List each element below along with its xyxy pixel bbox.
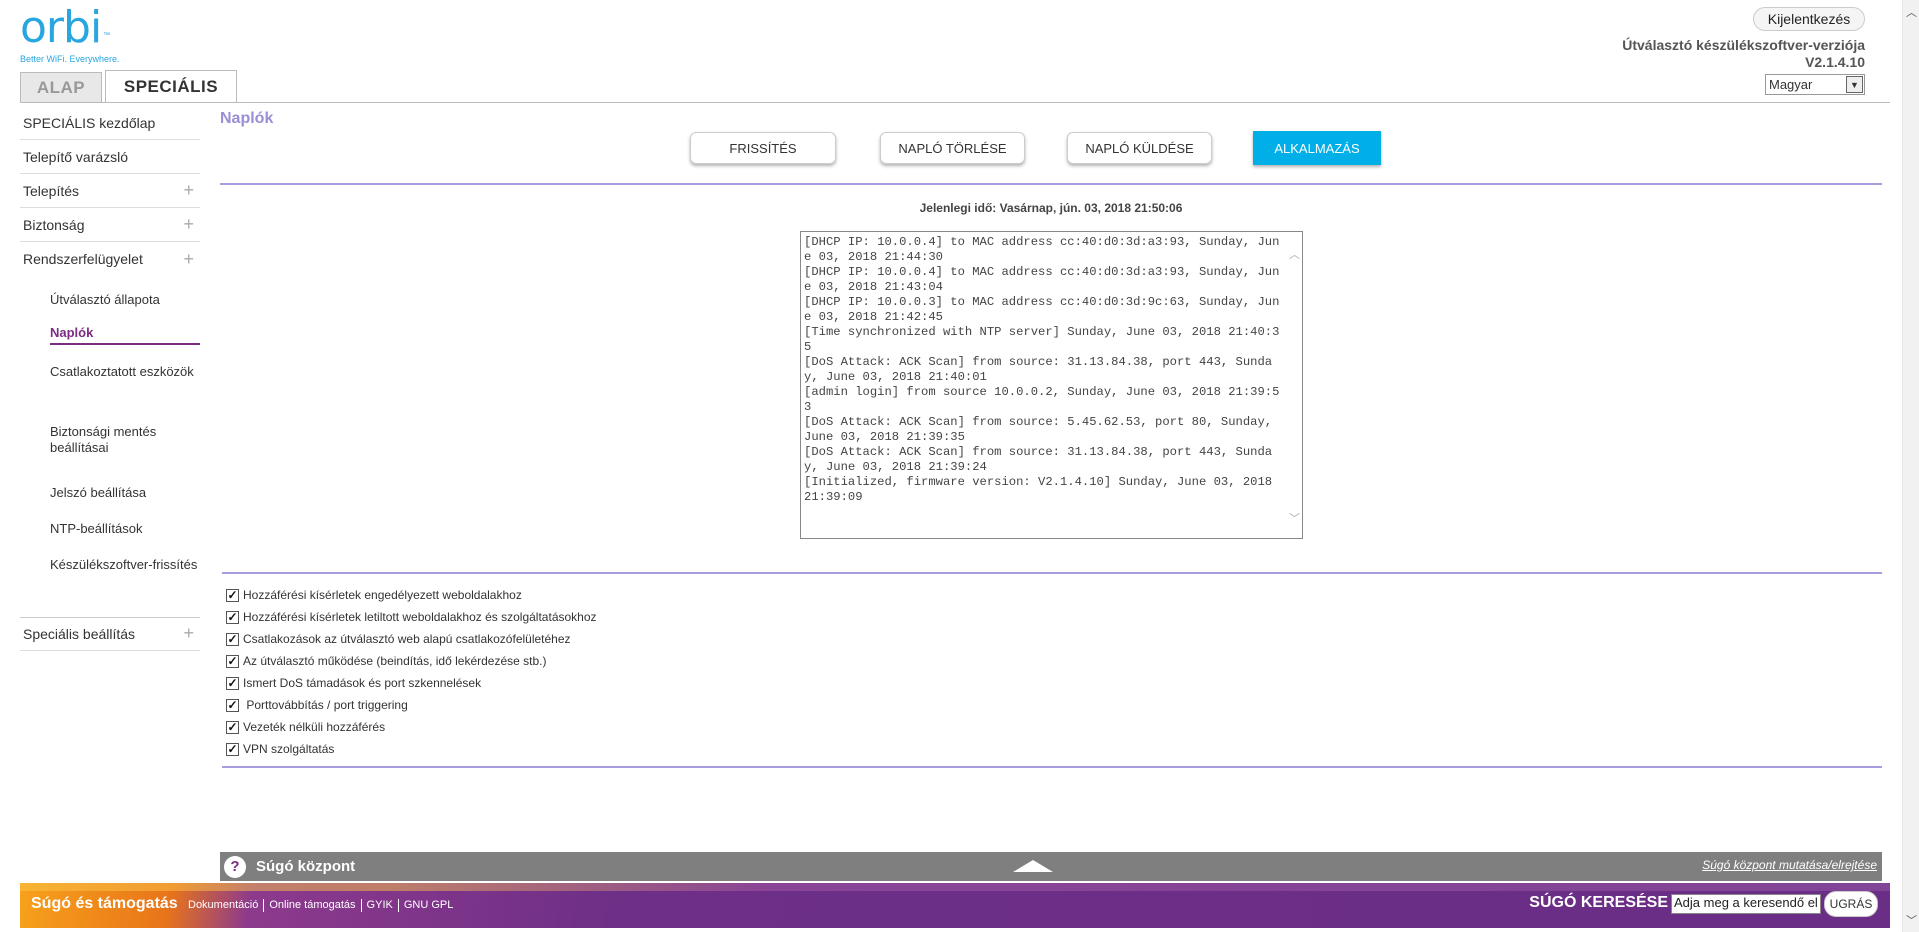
checkbox-label: VPN szolgáltatás xyxy=(243,742,335,756)
checkbox-label: Porttovábbítás / port triggering xyxy=(243,698,408,712)
sidebar-item-setup[interactable]: Telepítés + xyxy=(20,174,200,208)
sidebar-item-label: SPECIÁLIS kezdőlap xyxy=(23,114,156,131)
sidebar-item-administration[interactable]: Rendszerfelügyelet + xyxy=(20,242,200,276)
checkbox-label: Vezeték nélküli hozzáférés xyxy=(243,720,386,734)
scroll-up-icon[interactable]: ︿ xyxy=(1289,246,1300,262)
checkbox-checked-icon[interactable]: ✓ xyxy=(226,720,239,734)
logo-text: orbi xyxy=(20,2,102,53)
tab-basic[interactable]: ALAP xyxy=(20,72,102,102)
checkbox-label: Az útválasztó működése (beindítás, idő l… xyxy=(243,654,547,668)
checkbox-label: Ismert DoS támadások és port szkennelése… xyxy=(243,676,482,690)
refresh-button[interactable]: FRISSÍTÉS xyxy=(690,132,836,164)
plus-icon: + xyxy=(183,623,194,643)
sidebar-subitem-router-status[interactable]: Útválasztó állapota xyxy=(50,292,200,308)
language-select[interactable]: Magyar ▼ xyxy=(1765,74,1865,95)
plus-icon: + xyxy=(183,214,194,234)
footer-link-faq[interactable]: GYIK xyxy=(362,899,399,912)
log-content: [DHCP IP: 10.0.0.4] to MAC address cc:40… xyxy=(804,235,1280,504)
apply-button[interactable]: ALKALMAZÁS xyxy=(1253,131,1381,165)
clear-log-button[interactable]: NAPLÓ TÖRLÉSE xyxy=(880,132,1025,164)
help-search-input[interactable]: Adja meg a keresendő el xyxy=(1671,894,1821,914)
checkbox-wireless-access[interactable]: ✓ Vezeték nélküli hozzáférés xyxy=(226,718,385,736)
checkbox-label: Hozzáférési kísérletek letiltott webolda… xyxy=(243,610,597,624)
sidebar-subitem-attached-devices[interactable]: Csatlakoztatott eszközök xyxy=(50,364,200,380)
sidebar-subitem-ntp-settings[interactable]: NTP-beállítások xyxy=(50,521,200,537)
footer-links: Dokumentáció Online támogatás GYIK GNU G… xyxy=(188,899,458,912)
sidebar: SPECIÁLIS kezdőlap Telepítő varázsló Tel… xyxy=(20,106,200,276)
logout-button[interactable]: Kijelentkezés xyxy=(1753,7,1865,31)
sidebar-item-label: Telepítő varázsló xyxy=(23,148,129,165)
support-footer: Súgó és támogatás Dokumentáció Online tá… xyxy=(20,883,1890,928)
current-time: Jelenlegi idő: Vasárnap, jún. 03, 2018 2… xyxy=(919,201,1183,215)
tab-advanced[interactable]: SPECIÁLIS xyxy=(105,70,237,103)
footer-link-online-support[interactable]: Online támogatás xyxy=(264,899,362,912)
checkbox-checked-icon[interactable]: ✓ xyxy=(226,742,239,756)
help-center-title: Súgó központ xyxy=(256,858,356,875)
divider-bottom xyxy=(222,766,1882,768)
sidebar-item-advanced-setup[interactable]: Speciális beállítás + xyxy=(20,617,200,651)
checkbox-checked-icon[interactable]: ✓ xyxy=(226,654,239,668)
checkbox-checked-icon[interactable]: ✓ xyxy=(226,676,239,690)
checkbox-router-operation[interactable]: ✓ Az útválasztó működése (beindítás, idő … xyxy=(226,652,547,670)
checkbox-checked-icon[interactable]: ✓ xyxy=(226,698,239,712)
checkbox-checked-icon[interactable]: ✓ xyxy=(226,588,239,602)
footer-title: Súgó és támogatás xyxy=(31,895,178,912)
help-search-go-button[interactable]: UGRÁS xyxy=(1824,891,1878,917)
footer-decoration xyxy=(20,883,1890,891)
plus-icon: + xyxy=(183,248,194,269)
plus-icon: + xyxy=(183,180,194,200)
sidebar-item-label: Biztonság xyxy=(23,216,85,233)
sidebar-subitem-backup-settings[interactable]: Biztonsági mentés beállításai xyxy=(50,424,200,456)
checkbox-checked-icon[interactable]: ✓ xyxy=(226,632,239,646)
language-selected: Magyar xyxy=(1769,77,1813,92)
help-search-label: SÚGÓ KERESÉSE xyxy=(1529,894,1668,911)
page-title: Naplók xyxy=(220,110,274,127)
help-center-bar: ? Súgó központ Súgó központ mutatása/elr… xyxy=(220,852,1882,881)
send-log-button[interactable]: NAPLÓ KÜLDÉSE xyxy=(1067,132,1212,164)
logo-tagline: Better WiFi. Everywhere. xyxy=(20,54,120,64)
checkbox-label: Csatlakozások az útválasztó web alapú cs… xyxy=(243,632,571,646)
firmware-label: Útválasztó készülékszoftver-verziója xyxy=(1622,37,1865,53)
tab-divider xyxy=(20,102,1890,103)
chevron-up-icon[interactable] xyxy=(1013,860,1053,872)
divider-top xyxy=(220,183,1882,185)
checkbox-allowed-sites[interactable]: ✓ Hozzáférési kísérletek engedélyezett we… xyxy=(226,586,522,604)
sidebar-subitem-firmware-update[interactable]: Készülékszoftver-frissítés xyxy=(50,557,200,573)
sidebar-item-label: Rendszerfelügyelet xyxy=(23,251,143,267)
sidebar-item-setup-wizard[interactable]: Telepítő varázsló xyxy=(20,140,200,174)
orbi-logo: orbi ™ Better WiFi. Everywhere. xyxy=(20,6,120,65)
divider-middle xyxy=(222,572,1882,574)
sidebar-subitem-logs[interactable]: Naplók xyxy=(50,325,200,345)
sidebar-item-label: Telepítés xyxy=(23,182,80,199)
checkbox-dos-attacks[interactable]: ✓ Ismert DoS támadások és port szkennelés… xyxy=(226,674,481,692)
footer-link-gnu-gpl[interactable]: GNU GPL xyxy=(399,899,459,912)
sidebar-subitem-set-password[interactable]: Jelszó beállítása xyxy=(50,485,200,501)
sidebar-item-security[interactable]: Biztonság + xyxy=(20,208,200,242)
help-center-toggle-link[interactable]: Súgó központ mutatása/elrejtése xyxy=(1702,858,1877,872)
checkbox-port-forwarding[interactable]: ✓ Porttovábbítás / port triggering xyxy=(226,696,408,714)
checkbox-vpn-service[interactable]: ✓ VPN szolgáltatás xyxy=(226,740,334,758)
checkbox-checked-icon[interactable]: ✓ xyxy=(226,610,239,624)
logo-tm: ™ xyxy=(103,32,111,39)
scroll-down-icon[interactable]: ﹀ xyxy=(1906,912,1917,928)
checkbox-web-interface[interactable]: ✓ Csatlakozások az útválasztó web alapú c… xyxy=(226,630,571,648)
sidebar-item-label: Speciális beállítás xyxy=(23,625,136,642)
log-textarea[interactable]: [DHCP IP: 10.0.0.4] to MAC address cc:40… xyxy=(800,231,1303,539)
footer-link-documentation[interactable]: Dokumentáció xyxy=(188,899,265,912)
checkbox-blocked-sites[interactable]: ✓ Hozzáférési kísérletek letiltott webold… xyxy=(226,608,597,626)
scroll-up-icon[interactable]: ︿ xyxy=(1906,4,1917,20)
sidebar-item-advanced-home[interactable]: SPECIÁLIS kezdőlap xyxy=(20,106,200,140)
help-icon[interactable]: ? xyxy=(224,855,246,878)
scroll-down-icon[interactable]: ﹀ xyxy=(1289,510,1300,526)
firmware-version: V2.1.4.10 xyxy=(1805,54,1865,70)
firmware-info: Útválasztó készülékszoftver-verziója V2.… xyxy=(1622,37,1865,71)
page-scrollbar[interactable]: ︿ ﹀ xyxy=(1902,0,1919,932)
chevron-down-icon[interactable]: ▼ xyxy=(1846,76,1863,93)
checkbox-label: Hozzáférési kísérletek engedélyezett web… xyxy=(243,588,522,602)
